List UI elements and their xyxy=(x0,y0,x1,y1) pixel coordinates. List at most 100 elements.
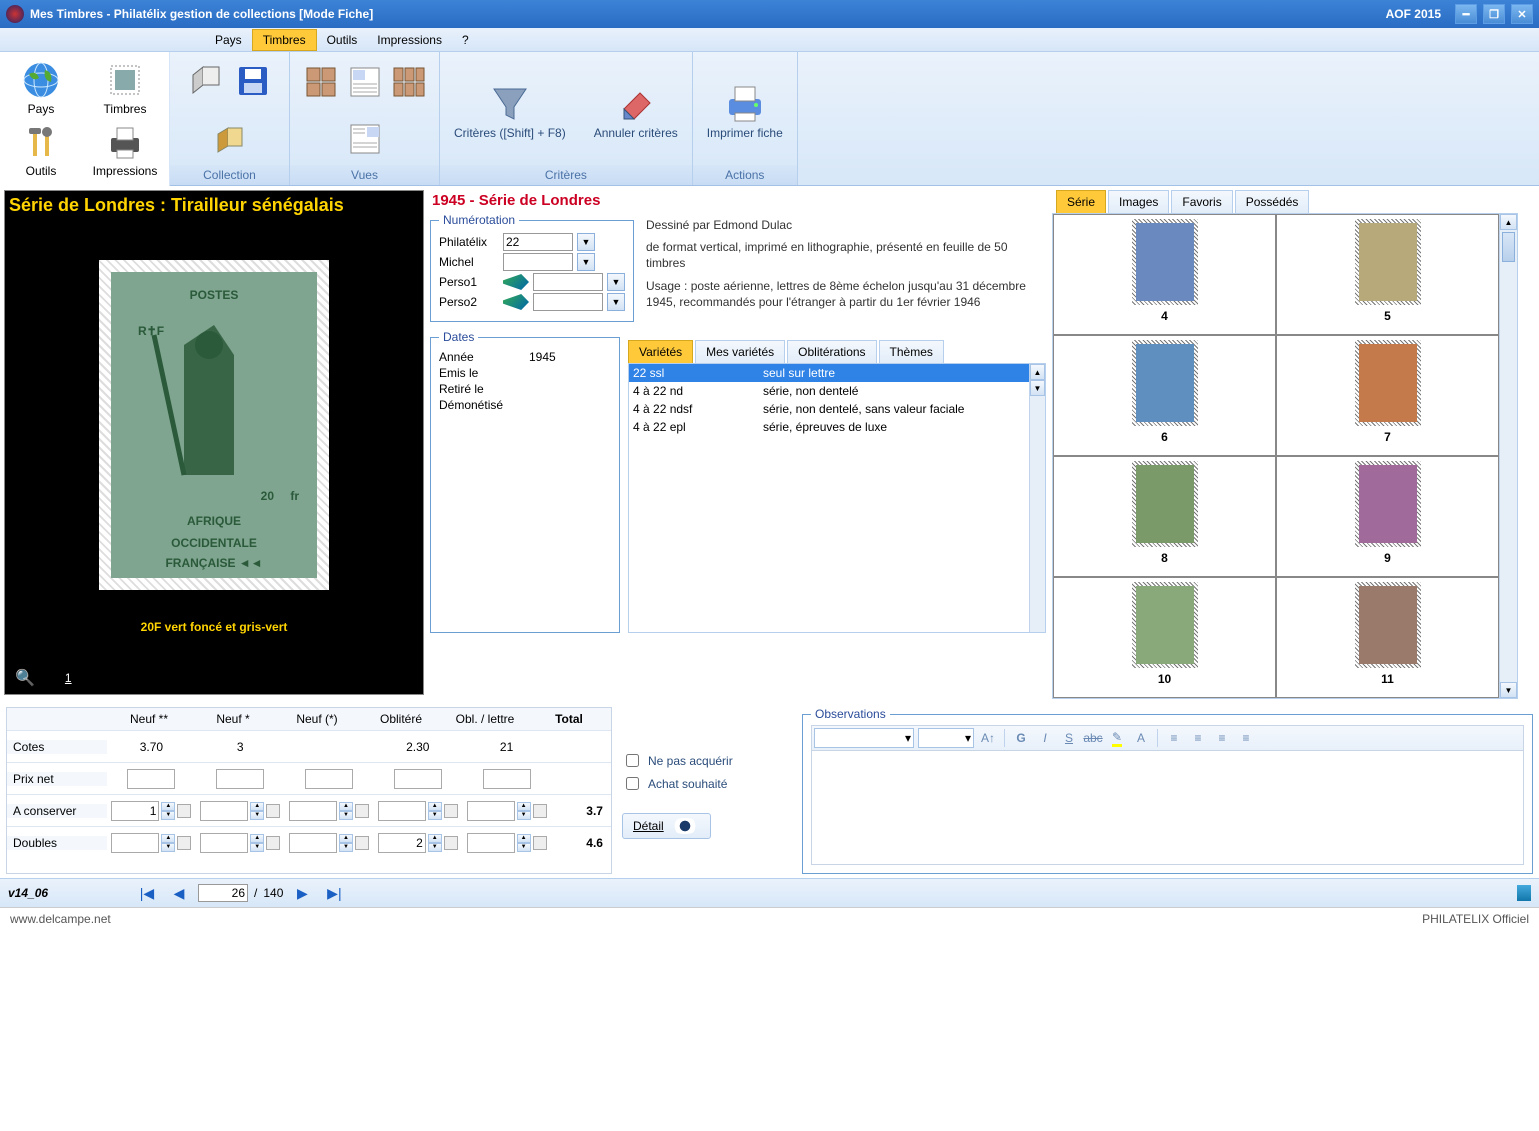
grid-scrollbar[interactable]: ▲ ▼ xyxy=(1499,214,1517,698)
nav-last[interactable]: ▶| xyxy=(321,883,347,903)
detail-button[interactable]: Détail xyxy=(622,813,711,839)
view-grid4[interactable] xyxy=(302,63,340,101)
nav-current-input[interactable] xyxy=(198,884,248,902)
font-grow-icon[interactable]: A↑ xyxy=(978,728,998,748)
font-size-select[interactable]: ▾ xyxy=(918,728,974,748)
rtab-serie[interactable]: Série xyxy=(1056,190,1106,213)
align-left-button[interactable]: ≡ xyxy=(1164,728,1184,748)
nav-next[interactable]: ▶ xyxy=(289,883,315,903)
spinner[interactable]: ▲▼ xyxy=(339,802,353,820)
nav-first[interactable]: |◀ xyxy=(134,883,160,903)
font-family-select[interactable]: ▾ xyxy=(814,728,914,748)
zoom-icon[interactable]: 🔍 xyxy=(15,668,35,688)
cell-action-icon[interactable] xyxy=(444,836,458,850)
criteria-button[interactable]: Critères ([Shift] + F8) xyxy=(450,77,570,144)
scroll-thumb[interactable] xyxy=(1502,232,1515,262)
quote-spin-input[interactable] xyxy=(200,833,248,853)
tool-pays[interactable]: Pays xyxy=(4,58,78,118)
spinner[interactable]: ▲▼ xyxy=(161,802,175,820)
cell-action-icon[interactable] xyxy=(177,804,191,818)
quote-spin-input[interactable] xyxy=(111,833,159,853)
quote-input[interactable] xyxy=(216,769,264,789)
menu-pays[interactable]: Pays xyxy=(205,30,252,50)
num-michel-input[interactable] xyxy=(503,253,573,271)
align-center-button[interactable]: ≡ xyxy=(1188,728,1208,748)
num-perso1-input[interactable] xyxy=(533,273,603,291)
scroll-up-icon[interactable]: ▲ xyxy=(1030,364,1045,380)
cell-action-icon[interactable] xyxy=(177,836,191,850)
rtab-possedes[interactable]: Possédés xyxy=(1235,190,1310,213)
underline-button[interactable]: S xyxy=(1059,728,1079,748)
view-layout-a[interactable] xyxy=(346,63,384,101)
num-perso2-input[interactable] xyxy=(533,293,603,311)
quote-spin-input[interactable] xyxy=(467,833,515,853)
num-philatelix-input[interactable] xyxy=(503,233,573,251)
font-color-button[interactable]: A xyxy=(1131,728,1151,748)
spinner[interactable]: ▲▼ xyxy=(428,802,442,820)
quote-input[interactable] xyxy=(394,769,442,789)
rtab-favoris[interactable]: Favoris xyxy=(1171,190,1232,213)
scroll-down-icon[interactable]: ▼ xyxy=(1030,380,1045,396)
cell-action-icon[interactable] xyxy=(533,836,547,850)
rtab-images[interactable]: Images xyxy=(1108,190,1169,213)
thumbnail[interactable]: 6 xyxy=(1053,335,1276,456)
chk-achatsouhaite[interactable]: Achat souhaité xyxy=(622,774,792,793)
spinner[interactable]: ▲▼ xyxy=(161,834,175,852)
italic-button[interactable]: I xyxy=(1035,728,1055,748)
observations-editor[interactable] xyxy=(811,751,1524,865)
num-perso1-dd[interactable]: ▼ xyxy=(607,273,625,291)
view-layout-b[interactable] xyxy=(346,120,384,158)
maximize-button[interactable]: ❐ xyxy=(1483,4,1505,24)
thumbnail[interactable]: 4 xyxy=(1053,214,1276,335)
cell-action-icon[interactable] xyxy=(533,804,547,818)
cell-action-icon[interactable] xyxy=(266,804,280,818)
scroll-down-icon[interactable]: ▼ xyxy=(1500,682,1517,698)
num-perso2-dd[interactable]: ▼ xyxy=(607,293,625,311)
thumbnail[interactable]: 9 xyxy=(1276,456,1499,577)
cell-action-icon[interactable] xyxy=(266,836,280,850)
quote-spin-input[interactable] xyxy=(289,833,337,853)
stamp-image[interactable]: POSTES R✝F 20 fr AFRIQUE OCCIDENTALE FRA… xyxy=(99,260,329,590)
scroll-up-icon[interactable]: ▲ xyxy=(1500,214,1517,230)
chk-nepasacquerir[interactable]: Ne pas acquérir xyxy=(622,751,792,770)
thumbnail[interactable]: 10 xyxy=(1053,577,1276,698)
variant-list[interactable]: 22 sslseul sur lettre 4 à 22 ndsérie, no… xyxy=(628,363,1046,633)
print-sheet-button[interactable]: Imprimer fiche xyxy=(703,77,787,144)
quote-spin-input[interactable] xyxy=(289,801,337,821)
align-right-button[interactable]: ≡ xyxy=(1212,728,1232,748)
cell-action-icon[interactable] xyxy=(444,804,458,818)
menu-timbres[interactable]: Timbres xyxy=(252,29,317,51)
quote-spin-input[interactable] xyxy=(200,801,248,821)
cell-action-icon[interactable] xyxy=(355,804,369,818)
view-grid6[interactable] xyxy=(390,63,428,101)
tab-themes[interactable]: Thèmes xyxy=(879,340,944,363)
tool-timbres[interactable]: Timbres xyxy=(88,58,162,118)
quote-spin-input[interactable] xyxy=(378,801,426,821)
zoom-page[interactable]: 1 xyxy=(65,671,72,685)
num-michel-dd[interactable]: ▼ xyxy=(577,253,595,271)
thumbnail[interactable]: 5 xyxy=(1276,214,1499,335)
num-philatelix-dd[interactable]: ▼ xyxy=(577,233,595,251)
cancel-criteria-button[interactable]: Annuler critères xyxy=(590,77,682,144)
bold-button[interactable]: G xyxy=(1011,728,1031,748)
tool-impressions[interactable]: Impressions xyxy=(88,120,162,180)
spinner[interactable]: ▲▼ xyxy=(339,834,353,852)
menu-outils[interactable]: Outils xyxy=(317,30,368,50)
close-button[interactable]: ✕ xyxy=(1511,4,1533,24)
tool-outils[interactable]: Outils xyxy=(4,120,78,180)
cell-action-icon[interactable] xyxy=(355,836,369,850)
collection-book[interactable] xyxy=(211,121,249,159)
exit-icon[interactable] xyxy=(1517,885,1531,901)
variant-scrollbar[interactable]: ▲ ▼ xyxy=(1029,364,1045,632)
menu-impressions[interactable]: Impressions xyxy=(367,30,452,50)
spinner[interactable]: ▲▼ xyxy=(250,802,264,820)
align-justify-button[interactable]: ≡ xyxy=(1236,728,1256,748)
thumbnail[interactable]: 11 xyxy=(1276,577,1499,698)
thumbnail[interactable]: 7 xyxy=(1276,335,1499,456)
spinner[interactable]: ▲▼ xyxy=(517,834,531,852)
tab-obliterations[interactable]: Oblitérations xyxy=(787,340,876,363)
collection-open[interactable] xyxy=(188,62,226,100)
highlight-button[interactable]: ✎ xyxy=(1107,728,1127,748)
spinner[interactable]: ▲▼ xyxy=(250,834,264,852)
tab-varietes[interactable]: Variétés xyxy=(628,340,693,363)
